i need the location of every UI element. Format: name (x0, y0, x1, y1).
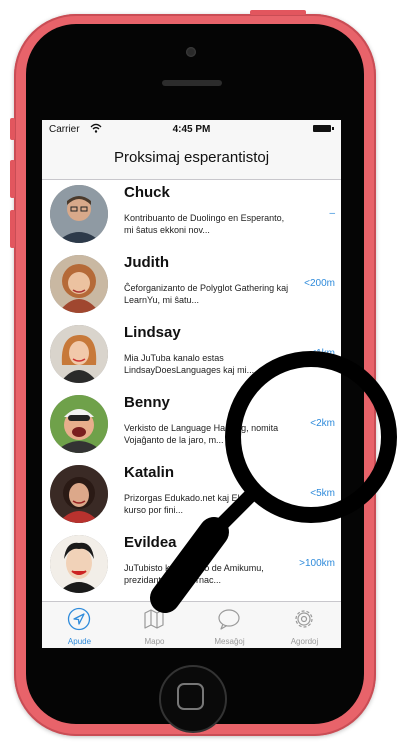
avatar (50, 395, 108, 453)
avatar (50, 325, 108, 383)
person-name: Chuck (124, 184, 170, 201)
list-item-evildea[interactable]: Evildea JuTubisto kaj kreanto de Amikumu… (42, 530, 341, 600)
tab-bar: Apude Mapo Mesaĝoj Agordoj (42, 601, 341, 648)
avatar (50, 535, 108, 593)
tab-label: Apude (67, 637, 92, 646)
front-camera (186, 47, 196, 57)
avatar (50, 185, 108, 243)
distance-label: – (329, 208, 335, 219)
person-description: Prizorgas Edukado.net kaj Ekparolu, kurs… (124, 493, 270, 515)
tab-agordoj[interactable]: Agordoj (267, 602, 341, 648)
list-item-chuck[interactable]: Chuck Kontribuanto de Duolingo en Espera… (42, 180, 341, 250)
gear-icon (295, 610, 313, 628)
status-bar: Carrier 4:45 PM (42, 120, 341, 138)
person-description: Verkisto de Language Hacking, nomita Voj… (124, 423, 279, 445)
list-item-lindsay[interactable]: Lindsay Mia JuTuba kanalo estas LindsayD… (42, 320, 341, 390)
tab-label: Agordoj (290, 637, 319, 646)
tab-mesagoj[interactable]: Mesaĝoj (192, 602, 267, 648)
person-description: JuTubisto kaj kreanto de Amikumu, prezid… (124, 563, 264, 585)
person-description: Ĉeforganizanto de Polyglot Gathering kaj… (124, 283, 289, 305)
list-item-katalin[interactable]: Katalin Prizorgas Edukado.net kaj Ekparo… (42, 460, 341, 530)
home-button-square-icon (177, 683, 204, 710)
mute-switch (10, 118, 15, 140)
tab-mapo[interactable]: Mapo (117, 602, 192, 648)
distance-label: <200m (304, 278, 335, 289)
avatar (50, 465, 108, 523)
distance-label: <5km (310, 488, 335, 499)
tab-label: Mesaĝoj (214, 637, 245, 646)
distance-label: <2km (310, 418, 335, 429)
tab-label: Mapo (144, 637, 165, 646)
distance-label: >100km (299, 558, 335, 569)
battery-icon (313, 125, 334, 132)
avatar (50, 255, 108, 313)
list-item-judith[interactable]: Judith Ĉeforganizanto de Polyglot Gather… (42, 250, 341, 320)
volume-up-button (10, 160, 15, 198)
map-icon (144, 609, 164, 629)
person-name: Judith (124, 254, 169, 271)
tab-apude[interactable]: Apude (42, 602, 117, 648)
earpiece-speaker (162, 80, 222, 86)
navigation-bar: Proksimaj esperantistoj (42, 138, 341, 180)
person-description: Kontribuanto de Duolingo en Esperanto, m… (124, 213, 285, 235)
volume-down-button (10, 210, 15, 248)
distance-label: <1km (310, 348, 335, 359)
list-item-benny[interactable]: Benny Verkisto de Language Hacking, nomi… (42, 390, 341, 460)
person-description: Mia JuTuba kanalo estas LindsayDoesLangu… (124, 353, 255, 375)
person-name: Lindsay (124, 324, 181, 341)
person-name: Evildea (124, 534, 177, 551)
person-name: Katalin (124, 464, 175, 481)
app-screen: Carrier 4:45 PM Proksimaj esperantistoj (42, 120, 341, 648)
compass-icon (67, 607, 91, 631)
speech-bubble-icon (218, 609, 240, 630)
people-list[interactable]: Chuck Kontribuanto de Duolingo en Espera… (42, 180, 341, 601)
status-time: 4:45 PM (172, 124, 211, 135)
person-name: Benny (124, 394, 170, 411)
power-button (250, 10, 306, 15)
page-title: Proksimaj esperantistoj (113, 149, 270, 166)
